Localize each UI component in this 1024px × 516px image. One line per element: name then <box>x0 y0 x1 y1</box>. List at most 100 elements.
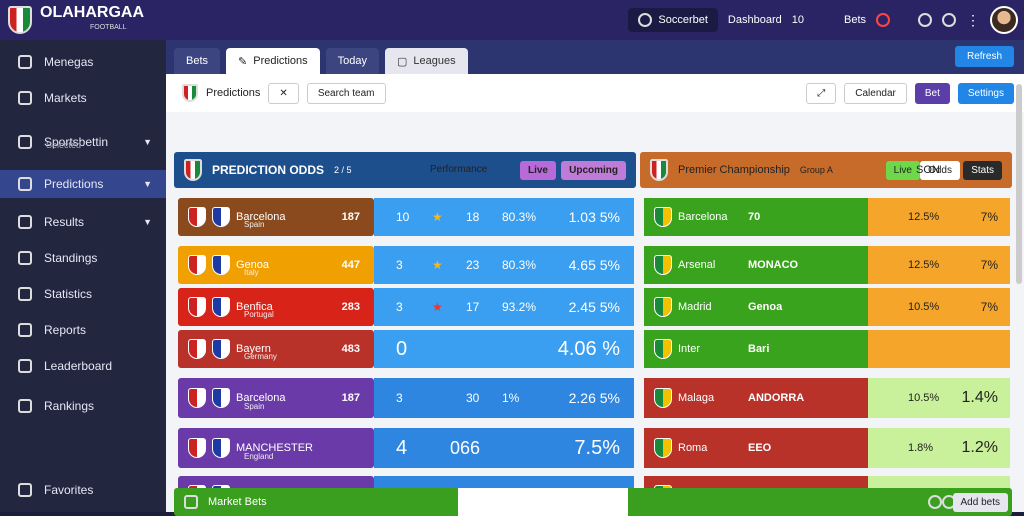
bet-button[interactable]: Bet <box>914 82 950 104</box>
avatar[interactable] <box>990 6 1018 34</box>
info-icon[interactable] <box>918 13 932 27</box>
right-row[interactable]: Malaga ANDORRA <box>644 378 868 418</box>
live-tag[interactable]: Live <box>519 160 556 180</box>
stat-b: 23 <box>466 258 480 272</box>
more-icon[interactable]: ⋮ <box>966 12 980 29</box>
left-row[interactable]: Genoa Italy 447 <box>178 246 374 284</box>
app-logo[interactable]: OLAHARGAA FOOTBALL <box>0 5 168 35</box>
add-bets-button[interactable]: Add bets <box>952 492 1008 512</box>
star-icon: ★ <box>432 210 443 224</box>
calendar-label: Calendar <box>855 87 896 99</box>
sidebar-item-sub: Selected <box>46 140 82 150</box>
sidebar-item-9[interactable]: Rankings <box>0 392 166 420</box>
sidebar-item-3[interactable]: Predictions ▼ <box>0 170 166 198</box>
stat-row[interactable]: 4 066 7.5% <box>374 428 634 468</box>
check-icon[interactable] <box>928 495 942 509</box>
opponent-crest-icon <box>212 255 230 275</box>
house-icon <box>18 91 32 105</box>
settings-icon[interactable] <box>942 13 956 27</box>
sidebar-item-6[interactable]: Statistics <box>0 280 166 308</box>
left-row[interactable]: Bayern Germany 483 <box>178 330 374 368</box>
right-stat[interactable]: 1.8% 1.2% <box>868 428 1010 468</box>
stat-row[interactable]: 3 30 1% 2.26 5% <box>374 378 634 418</box>
right-row[interactable]: Roma EEO <box>644 428 868 468</box>
sidebar-item-7[interactable]: Reports <box>0 316 166 344</box>
search-pill[interactable]: Soccerbet <box>628 8 718 32</box>
right-row[interactable]: Arsenal MONACO <box>644 246 868 284</box>
tag-label: Stats <box>971 164 994 176</box>
stat-a: 4 <box>396 436 408 459</box>
bets-link[interactable]: Bets <box>844 14 866 26</box>
tag-label: Live <box>893 164 912 176</box>
upcoming-tag[interactable]: Upcoming <box>561 160 626 180</box>
tab-predictions[interactable]: ✎ Predictions <box>226 48 320 74</box>
search-icon <box>638 13 653 27</box>
close-icon[interactable]: ✕ <box>268 82 299 104</box>
right-row[interactable]: Barcelona 70 <box>644 198 868 236</box>
team-value: EEO <box>748 442 772 454</box>
team-cell: Inter <box>644 339 700 359</box>
expand-icon[interactable]: ⤢ <box>806 82 837 104</box>
sidebar-item-0[interactable]: Menegas <box>0 48 166 76</box>
dashboard-link[interactable]: Dashboard <box>728 14 782 26</box>
team-crest-icon <box>654 207 672 227</box>
add-bets-label: Add bets <box>960 496 1000 508</box>
refresh-button[interactable]: Refresh <box>954 46 1014 67</box>
app-title: OLAHARGAA FOOTBALL <box>40 5 144 35</box>
chevron-down-icon[interactable]: ▼ <box>143 137 152 147</box>
right-stat[interactable]: 12.5% 7% <box>868 246 1010 284</box>
left-row[interactable]: Barcelona Spain 187 <box>178 378 374 418</box>
sidebar-item-label: Reports <box>44 323 87 337</box>
opponent-crest-icon <box>212 207 230 227</box>
team-country: England <box>244 452 274 461</box>
stat-d: 4.65 5% <box>568 257 620 273</box>
tab-bar: Bets ✎ Predictions Today ▢ Leagues Refresh <box>166 40 1024 74</box>
sidebar-item-2[interactable]: Sportsbettin Selected ▼ <box>0 124 166 160</box>
stat-row[interactable]: 3 ★ 17 93.2% 2.45 5% <box>374 288 634 326</box>
search-field[interactable]: Search team <box>306 82 386 104</box>
calendar-button[interactable]: Calendar <box>844 82 907 104</box>
chevron-down-icon[interactable]: ▼ <box>143 217 152 227</box>
stat-row[interactable]: 0 4.06 % <box>374 330 634 368</box>
stat-d: 7.5% <box>574 436 620 459</box>
sidebar-item-5[interactable]: Standings <box>0 244 166 272</box>
stat-b: 7% <box>980 258 998 272</box>
stat-row[interactable]: 3 ★ 23 80.3% 4.65 5% <box>374 246 634 284</box>
sidebar-item-label: Standings <box>44 251 98 265</box>
alert-icon[interactable] <box>876 13 890 27</box>
sidebar-item-1[interactable]: Markets <box>0 84 166 112</box>
sidebar-item-10[interactable]: Favorites <box>0 476 166 504</box>
team-crest-icon <box>188 339 206 359</box>
right-stat[interactable]: 10.5% 1.4% <box>868 378 1010 418</box>
team-crest-icon <box>188 388 206 408</box>
team-crest-icon <box>188 255 206 275</box>
tab-label: Bets <box>186 55 209 67</box>
stats-tag[interactable]: Stats <box>963 160 1002 180</box>
tab-leagues[interactable]: ▢ Leagues <box>385 48 468 74</box>
team-value: Genoa <box>748 301 783 313</box>
stat-a: 1.8% <box>908 442 934 454</box>
tab-bets[interactable]: Bets <box>174 48 221 74</box>
team-crest-icon <box>654 339 672 359</box>
sidebar-item-8[interactable]: Leaderboard <box>0 352 166 380</box>
sidebar-item-4[interactable]: Results ▼ <box>0 208 166 236</box>
settings-button[interactable]: Settings <box>957 82 1014 104</box>
right-row[interactable]: Madrid Genoa <box>644 288 868 326</box>
red-star-icon: ★ <box>432 300 443 314</box>
chevron-down-icon[interactable]: ▼ <box>143 179 152 189</box>
right-stat[interactable]: 10.5% 7% <box>868 288 1010 326</box>
left-row[interactable]: Barcelona Spain 187 <box>178 198 374 236</box>
scrollbar[interactable] <box>1016 84 1022 284</box>
tag-label: Live <box>527 164 548 176</box>
live-tag[interactable]: Live <box>885 160 920 180</box>
left-row[interactable]: MANCHESTER England <box>178 428 374 468</box>
right-stat[interactable]: 12.5% 7% <box>868 198 1010 236</box>
stat-row[interactable]: 10 ★ 18 80.3% 1.03 5% <box>374 198 634 236</box>
left-row[interactable]: Benfica Portugal 283 <box>178 288 374 326</box>
team-cell: Roma <box>644 438 707 458</box>
sidebar-item-label: Leaderboard <box>44 359 113 373</box>
team-crest-icon <box>188 207 206 227</box>
right-stat[interactable] <box>868 330 1010 368</box>
right-row[interactable]: Inter Bari <box>644 330 868 368</box>
tab-today[interactable]: Today <box>325 48 380 74</box>
